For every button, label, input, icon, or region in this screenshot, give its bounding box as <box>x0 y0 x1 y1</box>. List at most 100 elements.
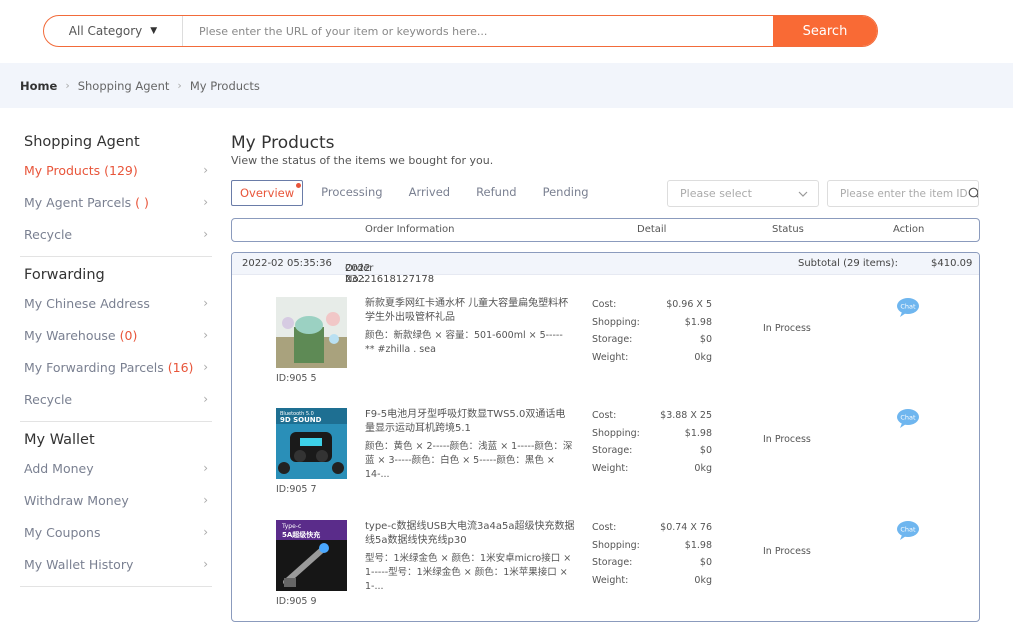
product-costs: Cost: $3.88 X 25 Shopping: $1.98 Storage: $… <box>592 410 712 480</box>
sidebar-item-recycle[interactable]: Recycle › <box>20 218 212 250</box>
product-spec: 颜色：新款绿色 × 容量：501-600ml × 5----- ** #zhil… <box>365 330 563 355</box>
order-subtotal: $410.09 <box>931 258 973 269</box>
breadcrumb-shopping-agent[interactable]: Shopping Agent <box>78 79 170 93</box>
weight-value: 0kg <box>694 462 712 474</box>
chat-icon[interactable]: Chat <box>896 520 920 540</box>
sidebar-item-my-chinese-address[interactable]: My Chinese Address › <box>20 287 212 319</box>
storage-label: Storage: <box>592 445 633 457</box>
search-icon[interactable] <box>967 187 979 200</box>
product-name[interactable]: F9-5电池月牙型呼吸灯数显TWS5.0双通话电量显示运动耳机跨境5.1 <box>365 408 575 436</box>
weight-value: 0kg <box>694 574 712 586</box>
header-action: Action <box>893 224 925 235</box>
cost-value: $3.88 X 25 <box>660 410 712 421</box>
tab-label: Overview <box>240 186 295 200</box>
product-name[interactable]: type-c数据线USB大电流3a4a5a超级快充数据线5a数据线快充线p30 <box>365 520 575 548</box>
table-row: Bluetooth 5.0 9D SOUND ID:905 7 F9-5电池月牙… <box>232 408 979 508</box>
order-card: 2022-02 05:35:36 Order No.: 2022 23221618… <box>231 252 980 622</box>
cost-label: Cost: <box>592 410 617 421</box>
sidebar-section-title: Forwarding <box>24 267 105 283</box>
page-subtitle: View the status of the items we bought f… <box>231 154 494 167</box>
sidebar-item-add-money[interactable]: Add Money › <box>20 452 212 484</box>
storage-value: $0 <box>699 334 712 346</box>
product-spec: 颜色：黄色 × 2-----颜色：浅蓝 × 1-----颜色：深蓝 × 3---… <box>365 441 573 480</box>
chevron-right-icon: › <box>203 227 208 241</box>
tab-refund[interactable]: Refund <box>468 180 524 206</box>
sidebar-item-label: Recycle <box>24 391 73 407</box>
weight-value: 0kg <box>694 351 712 363</box>
tab-overview[interactable]: Overview <box>231 180 304 206</box>
header-status: Status <box>772 224 804 235</box>
sidebar-item-my-agent-parcels[interactable]: My Agent Parcels ( ) › <box>20 186 212 218</box>
sidebar-item-my-warehouse[interactable]: My Warehouse (0) › <box>20 319 212 351</box>
product-thumbnail[interactable]: Bluetooth 5.0 9D SOUND <box>276 408 347 479</box>
sidebar: Shopping Agent My Products (129) › My Ag… <box>20 130 212 593</box>
product-thumbnail[interactable]: Type-c 5A超级快充 <box>276 520 347 591</box>
category-label: All Category <box>68 24 143 38</box>
weight-label: Weight: <box>592 351 629 363</box>
item-id-search[interactable]: Please enter the item ID <box>827 180 979 207</box>
tab-pending[interactable]: Pending <box>535 180 597 206</box>
order-date: 2022-02 05:35:36 <box>242 258 332 269</box>
notification-dot <box>296 183 302 188</box>
breadcrumb: Home › Shopping Agent › My Products <box>0 63 1013 108</box>
search-button[interactable]: Search <box>773 16 877 46</box>
tab-processing[interactable]: Processing <box>313 180 390 206</box>
category-dropdown[interactable]: All Category ▼ <box>44 16 183 46</box>
storage-label: Storage: <box>592 334 633 346</box>
cost-value: $0.96 X 5 <box>666 299 712 310</box>
sidebar-divider <box>20 586 212 587</box>
storage-value: $0 <box>699 557 712 569</box>
sidebar-item-recycle-forwarding[interactable]: Recycle › <box>20 383 212 415</box>
thumb-text: 9D SOUND <box>280 416 322 424</box>
chevron-right-icon: › <box>203 296 208 310</box>
sidebar-item-withdraw-money[interactable]: Withdraw Money › <box>20 484 212 516</box>
chat-label: Chat <box>900 526 916 534</box>
sidebar-item-label: Add Money <box>24 460 94 476</box>
weight-label: Weight: <box>592 574 629 586</box>
search-input[interactable] <box>183 16 773 46</box>
main-content: My Products View the status of the items… <box>231 130 980 622</box>
breadcrumb-home[interactable]: Home <box>20 79 57 93</box>
table-row: Type-c 5A超级快充 ID:905 9 type-c数据线USB大电流3a… <box>232 520 979 620</box>
product-costs: Cost: $0.74 X 76 Shopping: $1.98 Storage: $… <box>592 522 712 592</box>
chevron-right-icon: › <box>177 79 182 92</box>
product-spec: 型号：1米绿金色 × 颜色：1米安卓micro接口 × 1-----型号：1米绿… <box>365 553 572 592</box>
chevron-right-icon: › <box>203 392 208 406</box>
shopping-label: Shopping: <box>592 539 640 551</box>
product-thumbnail[interactable] <box>276 297 347 368</box>
product-id: ID:905 9 <box>276 596 317 607</box>
shopping-label: Shopping: <box>592 427 640 439</box>
header-detail: Detail <box>637 224 667 235</box>
sidebar-item-my-forwarding-parcels[interactable]: My Forwarding Parcels (16) › <box>20 351 212 383</box>
chevron-right-icon: › <box>203 328 208 342</box>
order-no-value: 2022 23221618127178 <box>345 263 435 285</box>
search-bar: All Category ▼ Search <box>43 15 878 47</box>
product-costs: Cost: $0.96 X 5 Shopping: $1.98 Storage: $0… <box>592 299 712 369</box>
caret-down-icon: ▼ <box>150 26 158 36</box>
sidebar-section-title: Shopping Agent <box>24 134 140 150</box>
chevron-right-icon: › <box>203 195 208 209</box>
status-text: In Process <box>763 434 811 445</box>
shopping-value: $1.98 <box>684 316 712 328</box>
table-row: ID:905 5 新款夏季网红卡通水杯 儿童大容量扁兔塑料杯学生外出吸管杯礼品 … <box>232 297 979 397</box>
chevron-right-icon: › <box>203 525 208 539</box>
top-bar: All Category ▼ Search <box>0 0 1013 63</box>
tab-arrived[interactable]: Arrived <box>401 180 459 206</box>
product-id: ID:905 7 <box>276 484 317 495</box>
chat-icon[interactable]: Chat <box>896 297 920 317</box>
sidebar-item-my-coupons[interactable]: My Coupons › <box>20 516 212 548</box>
product-id: ID:905 5 <box>276 373 317 384</box>
shopping-label: Shopping: <box>592 316 640 328</box>
sidebar-item-my-products[interactable]: My Products (129) › <box>20 154 212 186</box>
product-name[interactable]: 新款夏季网红卡通水杯 儿童大容量扁兔塑料杯学生外出吸管杯礼品 <box>365 297 575 325</box>
sidebar-item-my-wallet-history[interactable]: My Wallet History › <box>20 548 212 580</box>
select-placeholder: Please select <box>680 187 752 200</box>
chevron-down-icon <box>798 191 808 197</box>
count-badge: (0) <box>119 327 138 343</box>
status-select[interactable]: Please select <box>667 180 819 207</box>
chat-icon[interactable]: Chat <box>896 408 920 428</box>
chevron-right-icon: › <box>65 79 70 92</box>
count-badge: (16) <box>167 359 194 375</box>
sidebar-item-label: My Warehouse <box>24 327 116 343</box>
breadcrumb-my-products: My Products <box>189 78 260 93</box>
